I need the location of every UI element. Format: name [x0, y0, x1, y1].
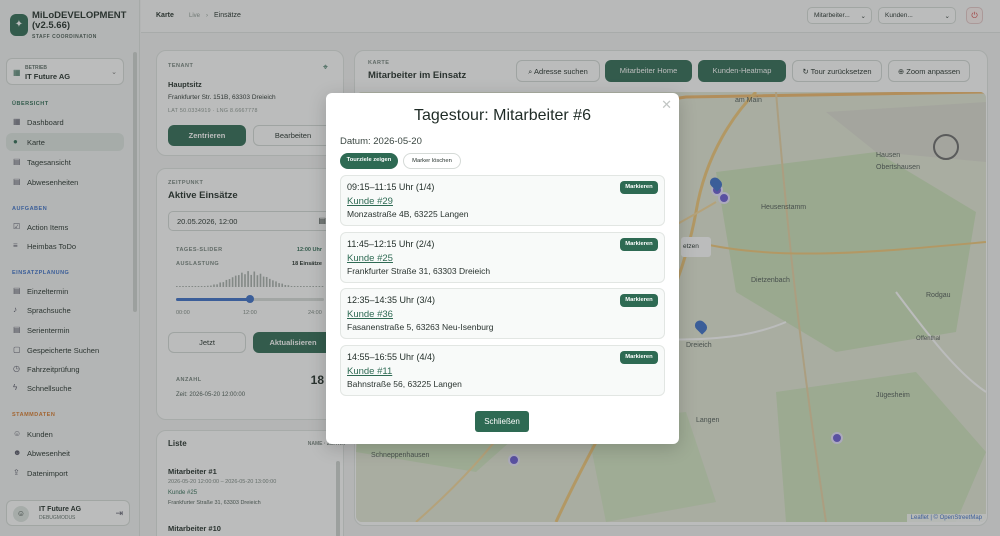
- stop-address: Frankfurter Straße 31, 63303 Dreieich: [347, 266, 491, 276]
- mark-button[interactable]: Markieren: [620, 181, 658, 194]
- stop-time: 11:45–12:15 Uhr (2/4): [347, 239, 435, 249]
- show-tour-targets-button[interactable]: Tourziele zeigen: [340, 153, 398, 169]
- mark-button[interactable]: Markieren: [620, 294, 658, 307]
- stop-customer-link[interactable]: Kunde #25: [347, 253, 393, 264]
- tour-stop: 12:35–14:35 Uhr (3/4) Kunde #36 Fasanens…: [340, 288, 665, 339]
- stop-address: Monzastraße 4B, 63225 Langen: [347, 209, 469, 219]
- stop-address: Bahnstraße 56, 63225 Langen: [347, 379, 462, 389]
- mark-button[interactable]: Markieren: [620, 351, 658, 364]
- stop-time: 12:35–14:35 Uhr (3/4): [347, 295, 436, 305]
- clear-markers-button[interactable]: Marker löschen: [403, 153, 461, 169]
- stop-customer-link[interactable]: Kunde #29: [347, 196, 393, 207]
- tour-stop: 14:55–16:55 Uhr (4/4) Kunde #11 Bahnstra…: [340, 345, 665, 396]
- mark-button[interactable]: Markieren: [620, 238, 658, 251]
- modal-date: Datum: 2026-05-20: [340, 136, 422, 147]
- tour-stop: 09:15–11:15 Uhr (1/4) Kunde #29 Monzastr…: [340, 175, 665, 226]
- tour-stop: 11:45–12:15 Uhr (2/4) Kunde #25 Frankfur…: [340, 232, 665, 283]
- close-button[interactable]: Schließen: [475, 411, 529, 432]
- close-icon[interactable]: ✕: [661, 97, 672, 113]
- tour-modal: Tagestour: Mitarbeiter #6 ✕ Datum: 2026-…: [326, 93, 679, 444]
- stop-time: 14:55–16:55 Uhr (4/4): [347, 352, 436, 362]
- stop-customer-link[interactable]: Kunde #11: [347, 366, 392, 377]
- stop-customer-link[interactable]: Kunde #36: [347, 309, 393, 320]
- stop-time: 09:15–11:15 Uhr (1/4): [347, 182, 435, 192]
- modal-title: Tagestour: Mitarbeiter #6: [414, 107, 591, 124]
- stop-address: Fasanenstraße 5, 63263 Neu-Isenburg: [347, 322, 494, 332]
